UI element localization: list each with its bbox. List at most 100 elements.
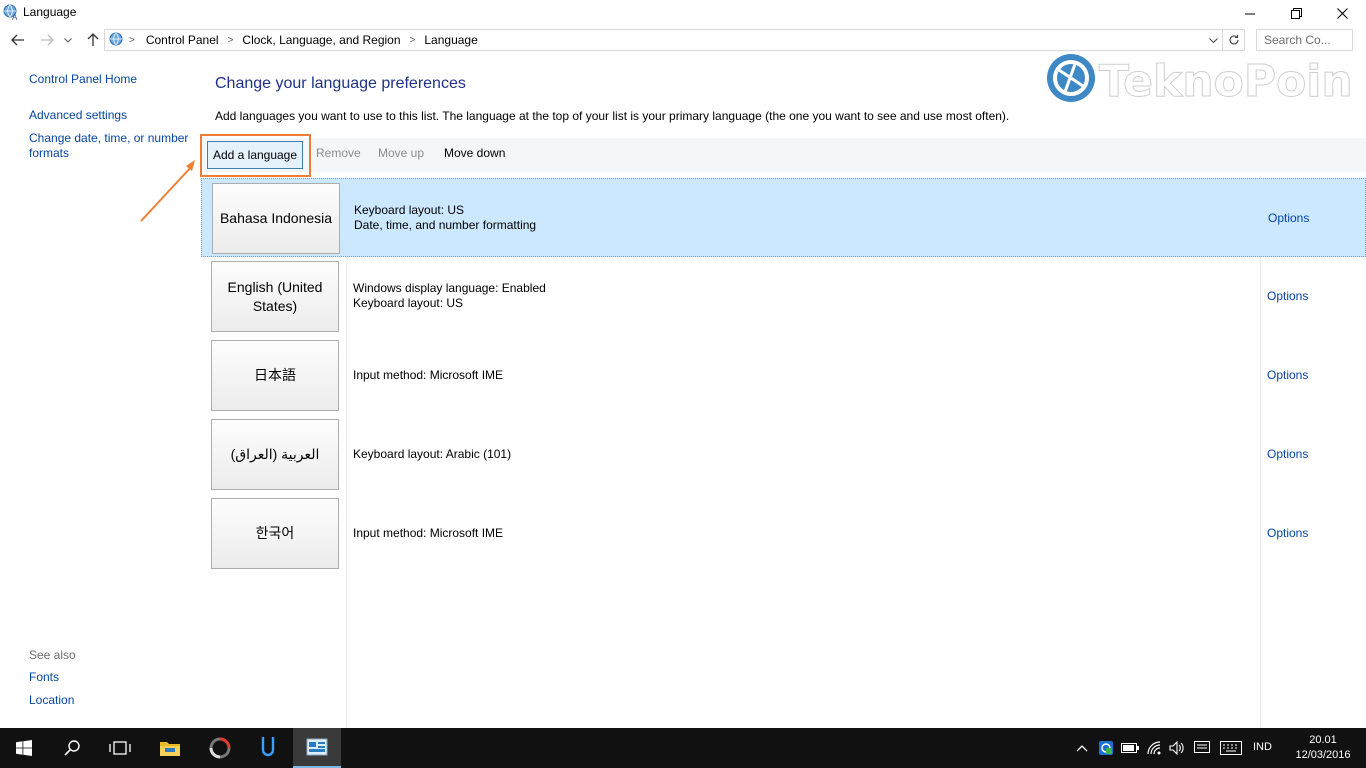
language-tile[interactable]: 한국어 bbox=[211, 498, 339, 569]
control-panel-icon bbox=[306, 738, 328, 756]
language-tile[interactable]: Bahasa Indonesia bbox=[212, 183, 340, 254]
language-row-selected[interactable]: Bahasa Indonesia Keyboard layout: US Dat… bbox=[201, 178, 1366, 257]
search-input[interactable] bbox=[1257, 30, 1352, 50]
svg-text:A: A bbox=[12, 13, 18, 20]
task-view-icon bbox=[109, 741, 131, 755]
recent-locations-button[interactable] bbox=[62, 31, 74, 49]
language-options-link[interactable]: Options bbox=[1267, 447, 1308, 461]
back-arrow-icon bbox=[11, 34, 24, 46]
language-globe-icon: A bbox=[3, 4, 19, 22]
see-also-heading: See also bbox=[29, 648, 76, 662]
minimize-icon bbox=[1244, 13, 1255, 14]
minimize-button[interactable] bbox=[1227, 0, 1273, 26]
restore-button[interactable] bbox=[1273, 0, 1319, 26]
restore-icon bbox=[1290, 7, 1302, 19]
battery-icon bbox=[1121, 743, 1139, 753]
notification-icon bbox=[1194, 741, 1210, 753]
language-list: Bahasa Indonesia Keyboard layout: US Dat… bbox=[201, 176, 1366, 728]
language-tile[interactable]: العربية (العراق) bbox=[211, 419, 339, 490]
action-center-button[interactable] bbox=[1193, 740, 1211, 756]
language-detail: Date, time, and number formatting bbox=[354, 218, 537, 232]
chevron-down-icon bbox=[1208, 37, 1218, 43]
chevron-down-icon bbox=[64, 37, 72, 43]
folder-icon bbox=[160, 742, 180, 756]
language-row[interactable]: 한국어 Input method: Microsoft IME Options bbox=[201, 494, 1366, 573]
annotation-arrow-icon bbox=[140, 160, 195, 222]
chevron-up-icon bbox=[1076, 745, 1088, 752]
breadcrumb-separator-icon[interactable]: > bbox=[129, 35, 135, 46]
tray-app-button[interactable] bbox=[1097, 740, 1115, 756]
show-hidden-icons-button[interactable] bbox=[1073, 740, 1091, 756]
app-button[interactable] bbox=[196, 728, 244, 768]
app-button[interactable] bbox=[244, 728, 292, 768]
back-button[interactable] bbox=[9, 31, 27, 49]
breadcrumb-clock-language-region[interactable]: Clock, Language, and Region bbox=[242, 33, 400, 47]
wifi-icon bbox=[1147, 741, 1161, 755]
aperture-app-icon bbox=[209, 737, 231, 759]
up-button[interactable] bbox=[84, 31, 102, 49]
control-panel-home-link[interactable]: Control Panel Home bbox=[29, 72, 137, 87]
u-letter-app-icon bbox=[261, 737, 275, 757]
language-options-link[interactable]: Options bbox=[1268, 211, 1309, 225]
breadcrumb-control-panel[interactable]: Control Panel bbox=[146, 33, 219, 47]
language-options-link[interactable]: Options bbox=[1267, 526, 1308, 540]
teknopoin-watermark-logo: TeknoPoin bbox=[1047, 54, 1353, 108]
start-button[interactable] bbox=[0, 728, 48, 768]
close-button[interactable] bbox=[1319, 0, 1365, 26]
advanced-settings-link[interactable]: Advanced settings bbox=[29, 108, 127, 123]
address-bar[interactable]: > Control Panel > Clock, Language, and R… bbox=[104, 29, 1245, 51]
volume-button[interactable] bbox=[1168, 740, 1186, 756]
task-view-button[interactable] bbox=[96, 728, 144, 768]
breadcrumb: > Control Panel > Clock, Language, and R… bbox=[129, 33, 478, 47]
move-down-button[interactable]: Move down bbox=[444, 146, 505, 160]
breadcrumb-separator-icon[interactable]: > bbox=[228, 35, 234, 46]
remove-button[interactable]: Remove bbox=[316, 146, 361, 160]
move-up-button[interactable]: Move up bbox=[378, 146, 424, 160]
battery-button[interactable] bbox=[1121, 740, 1139, 756]
annotation-highlight-box bbox=[200, 134, 311, 177]
tray-app-icon bbox=[1099, 741, 1113, 755]
forward-arrow-icon bbox=[41, 34, 54, 46]
wifi-button[interactable] bbox=[1146, 740, 1164, 756]
language-tile[interactable]: 日本語 bbox=[211, 340, 339, 411]
language-row[interactable]: 日本語 Input method: Microsoft IME Options bbox=[201, 336, 1366, 415]
language-detail: Keyboard layout: US bbox=[353, 296, 464, 310]
page-description: Add languages you want to use to this li… bbox=[215, 109, 1010, 123]
location-link[interactable]: Location bbox=[29, 693, 74, 708]
language-row[interactable]: English (United States) Windows display … bbox=[201, 257, 1366, 336]
breadcrumb-separator-icon[interactable]: > bbox=[410, 35, 416, 46]
window-title: Language bbox=[23, 5, 77, 19]
clock[interactable]: 20.01 12/03/2016 bbox=[1287, 733, 1359, 763]
language-options-link[interactable]: Options bbox=[1267, 289, 1308, 303]
page-title: Change your language preferences bbox=[215, 75, 466, 92]
language-detail: Keyboard layout: Arabic (101) bbox=[353, 447, 512, 461]
search-button[interactable] bbox=[48, 728, 96, 768]
windows-logo-icon bbox=[16, 740, 32, 756]
search-icon bbox=[64, 740, 80, 756]
fonts-link[interactable]: Fonts bbox=[29, 670, 59, 685]
language-toolbar: Remove Move up Move down bbox=[201, 138, 1366, 172]
language-globe-icon bbox=[108, 32, 126, 48]
refresh-icon bbox=[1228, 34, 1239, 45]
title-bar: A Language bbox=[0, 0, 1366, 26]
refresh-button[interactable] bbox=[1222, 30, 1244, 50]
language-detail: Keyboard layout: US bbox=[354, 203, 465, 217]
language-detail: Windows display language: Enabled bbox=[353, 281, 546, 295]
input-language-indicator[interactable]: IND bbox=[1253, 741, 1272, 753]
language-tile[interactable]: English (United States) bbox=[211, 261, 339, 332]
taskbar: IND 20.01 12/03/2016 bbox=[0, 728, 1366, 768]
address-history-button[interactable] bbox=[1206, 32, 1220, 48]
keyboard-icon bbox=[1220, 741, 1242, 755]
close-icon bbox=[1336, 7, 1348, 19]
language-detail: Input method: Microsoft IME bbox=[353, 368, 504, 382]
speaker-icon bbox=[1169, 741, 1184, 755]
forward-button[interactable] bbox=[38, 31, 56, 49]
control-panel-taskbar-button[interactable] bbox=[293, 728, 341, 768]
file-explorer-button[interactable] bbox=[146, 728, 194, 768]
language-options-link[interactable]: Options bbox=[1267, 368, 1308, 382]
breadcrumb-language[interactable]: Language bbox=[424, 33, 477, 47]
search-box[interactable] bbox=[1256, 29, 1353, 51]
clock-time: 20.01 bbox=[1309, 734, 1337, 746]
language-row[interactable]: العربية (العراق) Keyboard layout: Arabic… bbox=[201, 415, 1366, 494]
touch-keyboard-button[interactable] bbox=[1219, 740, 1243, 756]
